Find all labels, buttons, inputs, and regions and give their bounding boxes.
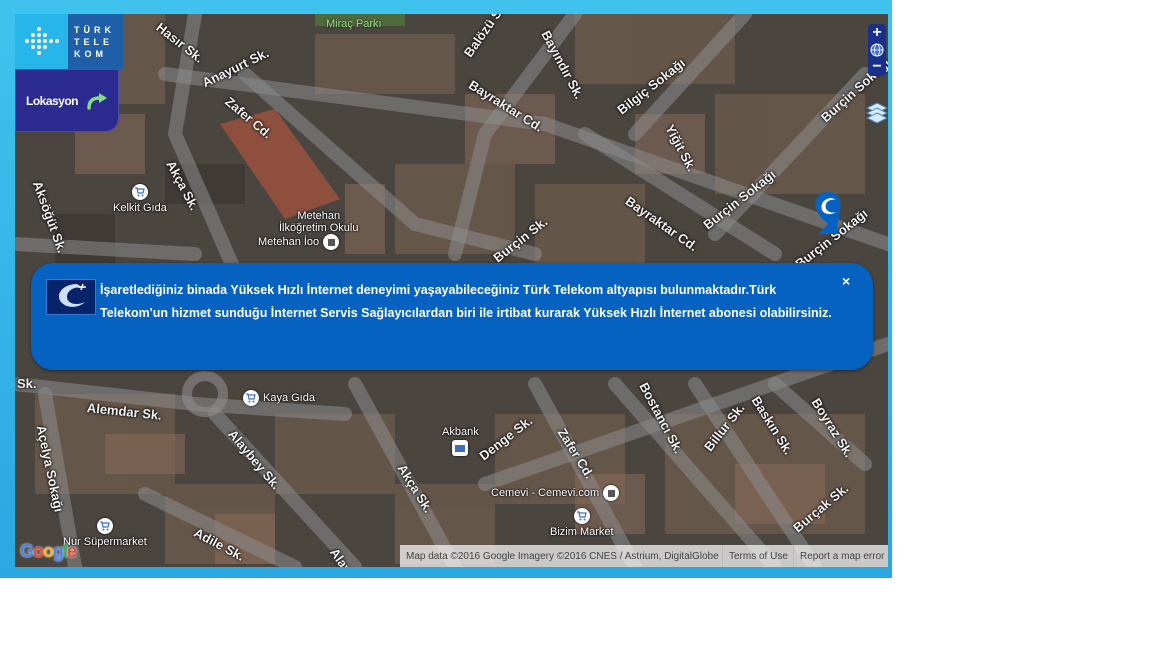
globe-icon[interactable] bbox=[870, 43, 884, 57]
poi-label: Bizim Market bbox=[550, 526, 614, 538]
poi-akbank[interactable]: Akbank bbox=[442, 426, 479, 456]
poi-kaya-gida[interactable]: Kaya Gıda bbox=[243, 390, 315, 406]
poi-label: Kelkit Gıda bbox=[113, 202, 167, 214]
park-label: Miraç Parkı bbox=[326, 18, 382, 30]
shopping-cart-icon bbox=[96, 518, 113, 534]
turk-telekom-logo: TÜRK TELE KOM bbox=[15, 14, 123, 69]
logo-text-line: TÜRK bbox=[74, 24, 115, 35]
layers-icon[interactable] bbox=[865, 100, 889, 124]
logo-arrow-icon bbox=[15, 14, 68, 69]
shopping-cart-icon bbox=[243, 390, 259, 406]
poi-label: Cemevi - Cemevi.com bbox=[491, 487, 600, 499]
zoom-in-button[interactable]: + bbox=[872, 25, 881, 41]
street-label: Sk. bbox=[17, 376, 37, 391]
bank-icon bbox=[452, 440, 469, 456]
google-logo: Google bbox=[20, 541, 77, 561]
redo-arrow-icon bbox=[87, 92, 107, 110]
popup-message: İşaretlediğiniz binada Yüksek Hızlı İnte… bbox=[100, 283, 832, 320]
zoom-out-button[interactable]: − bbox=[872, 59, 881, 75]
popup-logo-icon bbox=[46, 279, 96, 315]
shopping-cart-icon bbox=[573, 508, 590, 524]
map-data-attribution: Map data ©2016 Google Imagery ©2016 CNES… bbox=[400, 545, 722, 567]
poi-bizim-market[interactable]: Bizim Market bbox=[550, 508, 614, 538]
location-marker-icon[interactable] bbox=[810, 190, 846, 234]
logo-text-line: KOM bbox=[74, 48, 107, 59]
info-popup: İşaretlediğiniz binada Yüksek Hızlı İnte… bbox=[31, 263, 873, 370]
terms-of-use-link[interactable]: Terms of Use bbox=[722, 545, 793, 567]
poi-label: Kaya Gıda bbox=[263, 392, 315, 404]
poi-cemevi[interactable]: Cemevi - Cemevi.com bbox=[491, 485, 620, 501]
close-button[interactable]: × bbox=[842, 273, 850, 289]
lokasyon-button[interactable]: Lokasyon bbox=[15, 69, 119, 132]
shopping-cart-icon bbox=[131, 184, 148, 200]
poi-metehan-ioo[interactable]: Metehan İoo bbox=[258, 234, 340, 250]
poi-label: Metehan İlköğretim Okulu bbox=[279, 210, 359, 234]
poi-label: Metehan İoo bbox=[258, 236, 320, 248]
zoom-control: + − bbox=[868, 24, 886, 76]
logo-text-line: TELE bbox=[74, 36, 114, 47]
poi-metehan-school[interactable]: Metehan İlköğretim Okulu bbox=[279, 210, 358, 234]
school-icon bbox=[323, 234, 340, 250]
report-map-error-link[interactable]: Report a map error bbox=[793, 545, 888, 567]
poi-label: Akbank bbox=[442, 426, 479, 438]
poi-kelkit-gida[interactable]: Kelkit Gıda bbox=[113, 184, 167, 214]
place-of-worship-icon bbox=[603, 485, 620, 501]
lokasyon-label: Lokasyon bbox=[25, 93, 79, 108]
